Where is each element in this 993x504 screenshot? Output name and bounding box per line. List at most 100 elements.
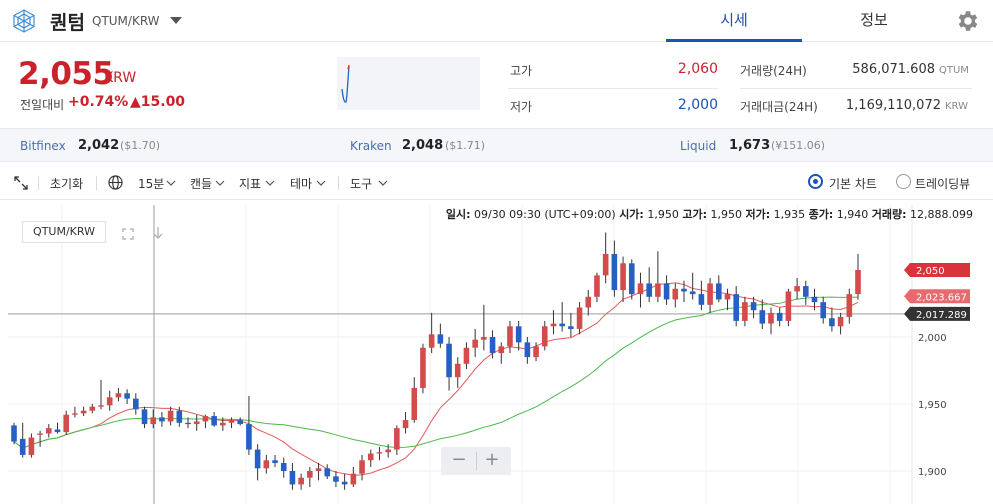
exchange-name[interactable]: Liquid (680, 139, 716, 153)
candle-down (272, 460, 278, 463)
zoom-out-button[interactable]: − (448, 449, 470, 471)
candle-up (307, 471, 313, 478)
candle-up (298, 477, 304, 485)
change-label: 전일대비 (20, 98, 65, 112)
candle-down (829, 318, 835, 327)
fullscreen-icon[interactable] (122, 228, 134, 240)
candle-up (454, 363, 461, 378)
tab-quote[interactable]: 시세 (666, 0, 802, 42)
indicator-select[interactable]: 지표 (239, 175, 261, 192)
candle-down (698, 294, 705, 305)
candle-up (724, 294, 731, 300)
triangle-down-icon[interactable] (170, 17, 182, 25)
exchange-price: 2,042 (78, 138, 120, 153)
candle-down (515, 326, 522, 343)
zoom-in-button[interactable]: + (481, 449, 503, 471)
candle-up (768, 312, 774, 324)
candle-up (63, 414, 70, 433)
candle-down (628, 263, 635, 295)
candle-down (211, 416, 217, 426)
low-label: 저가 (510, 100, 533, 114)
candle-up (80, 410, 87, 414)
ohlc-readout: 일시: 09/30 09:30 (UTC+09:00) 시가: 1,950 고가… (446, 206, 973, 222)
candle-up (550, 323, 557, 327)
coin-pair: QTUM/KRW (92, 14, 160, 28)
candle-up (202, 416, 209, 422)
axis-tick-label: 1,950 (918, 400, 947, 411)
basic-chart-label[interactable]: 기본 차트 (829, 175, 877, 192)
interval-select[interactable]: 15분 (138, 175, 164, 192)
candle-down (524, 342, 531, 358)
candle-down (750, 302, 757, 311)
divider (740, 88, 972, 89)
candle-up (385, 449, 391, 453)
candle-up (228, 420, 235, 423)
candle-down (681, 288, 687, 292)
candle-up (794, 286, 800, 292)
candle-up (263, 460, 270, 469)
tools-select[interactable]: 도구 (350, 175, 372, 192)
candle-down (237, 420, 244, 425)
candle-down (646, 283, 652, 297)
gear-icon[interactable] (955, 8, 981, 34)
candle-down (159, 417, 165, 422)
price-tags: 2,050 2,023.667 2,017.289 (904, 263, 970, 321)
amount-value: 1,169,110,072 (845, 98, 941, 113)
candle-up (742, 302, 748, 321)
ohlc-volume: 12,888.099 (910, 208, 973, 221)
price-tag-label: 2,017.289 (916, 310, 967, 321)
tab-info[interactable]: 정보 (806, 0, 942, 42)
exchange-name[interactable]: Kraken (350, 139, 392, 153)
candle-up (855, 270, 861, 295)
candle-up (72, 413, 78, 415)
candle-select[interactable]: 캔들 (190, 175, 212, 192)
candle-up (481, 337, 487, 340)
coin-name: 퀀텀 (50, 12, 85, 34)
candle-up (193, 421, 200, 425)
candle-down (446, 343, 452, 378)
amount-label: 거래대금(24H) (740, 100, 818, 114)
candle-up (350, 473, 357, 485)
tradingview-label[interactable]: 트레이딩뷰 (915, 175, 970, 192)
arrow-down-icon[interactable] (152, 226, 164, 240)
radio-basic-chart[interactable] (808, 174, 823, 189)
candle-down (289, 471, 296, 485)
candle-up (359, 460, 365, 474)
candle-up (637, 283, 644, 295)
change-percent: +0.74% (68, 94, 129, 110)
toolbar-divider (96, 176, 97, 190)
toolbar-divider (38, 176, 39, 190)
candle-down (559, 323, 565, 327)
exchange-price-bar: Bitfinex 2,042 ($1.70) Kraken 2,048 ($1.… (0, 128, 993, 162)
candle-down (776, 312, 783, 321)
toolbar-divider (338, 176, 339, 190)
radio-tradingview[interactable] (896, 174, 911, 189)
reset-button[interactable]: 초기화 (50, 175, 83, 192)
theme-select[interactable]: 테마 (290, 175, 312, 192)
exchange-usd: ($1.70) (120, 139, 161, 152)
candle-down (176, 410, 183, 423)
chevron-down-icon (378, 180, 388, 186)
candle-down (11, 425, 17, 442)
candle-up (376, 452, 383, 454)
ohlc-close: 1,940 (836, 208, 869, 221)
chevron-down-icon (166, 180, 176, 186)
candle-up (472, 339, 478, 348)
exchange-price: 1,673 (729, 138, 771, 153)
exchange-name[interactable]: Bitfinex (20, 139, 66, 153)
candle-up (507, 326, 513, 347)
globe-icon[interactable] (108, 175, 123, 190)
candle-down (324, 468, 331, 477)
chevron-down-icon (316, 180, 326, 186)
chart-symbol-label[interactable]: QTUM/KRW (22, 221, 106, 243)
candle-up (533, 346, 539, 358)
candle-up (315, 468, 322, 471)
expand-arrows-icon[interactable] (14, 176, 28, 190)
exchange-price: 2,048 (402, 138, 444, 153)
candle-down (333, 476, 339, 482)
candle-up (541, 326, 548, 347)
candle-down (133, 398, 139, 410)
ohlc-open: 1,950 (647, 208, 679, 221)
candle-up (498, 346, 505, 354)
candle-up (594, 275, 600, 297)
